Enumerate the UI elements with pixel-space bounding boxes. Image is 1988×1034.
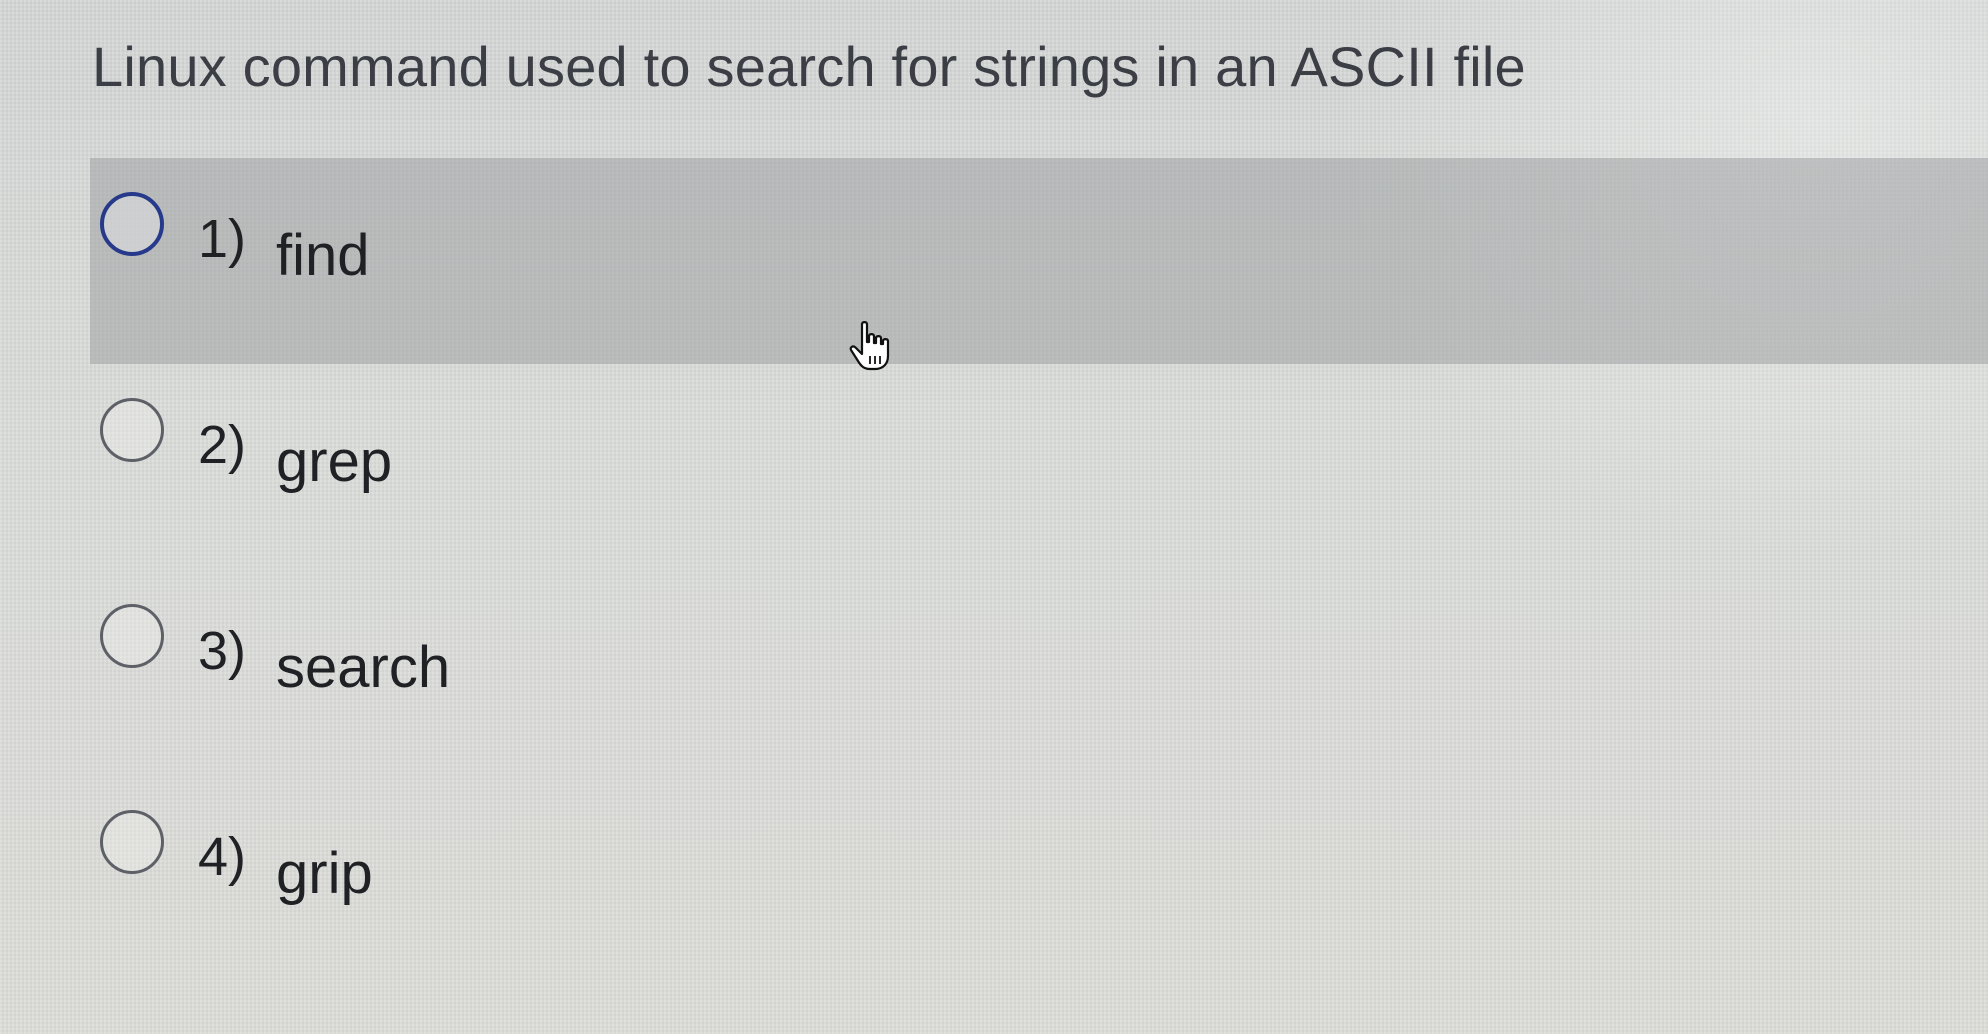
option-4-number: 4) <box>198 827 247 887</box>
option-4[interactable]: 4) grip <box>90 776 1988 982</box>
radio-button-option-3[interactable] <box>100 604 164 668</box>
option-3-number: 3) <box>198 621 247 681</box>
option-2[interactable]: 2) grep <box>90 364 1988 570</box>
option-2-label: grep <box>276 429 393 494</box>
option-1-label: find <box>276 223 370 288</box>
option-3[interactable]: 3) search <box>90 570 1988 776</box>
radio-button-option-4[interactable] <box>100 810 164 874</box>
answer-options: 1) find 2) grep 3) search 4) grip <box>90 158 1988 982</box>
radio-button-option-2[interactable] <box>100 398 164 462</box>
option-4-label: grip <box>276 841 373 906</box>
option-1[interactable]: 1) find <box>90 158 1988 364</box>
option-1-number: 1) <box>198 209 247 269</box>
radio-button-option-1[interactable] <box>100 192 164 256</box>
option-2-number: 2) <box>198 415 247 475</box>
option-3-label: search <box>276 635 451 700</box>
question-text: Linux command used to search for strings… <box>92 35 1526 98</box>
hand-pointer-cursor-icon <box>849 321 890 371</box>
